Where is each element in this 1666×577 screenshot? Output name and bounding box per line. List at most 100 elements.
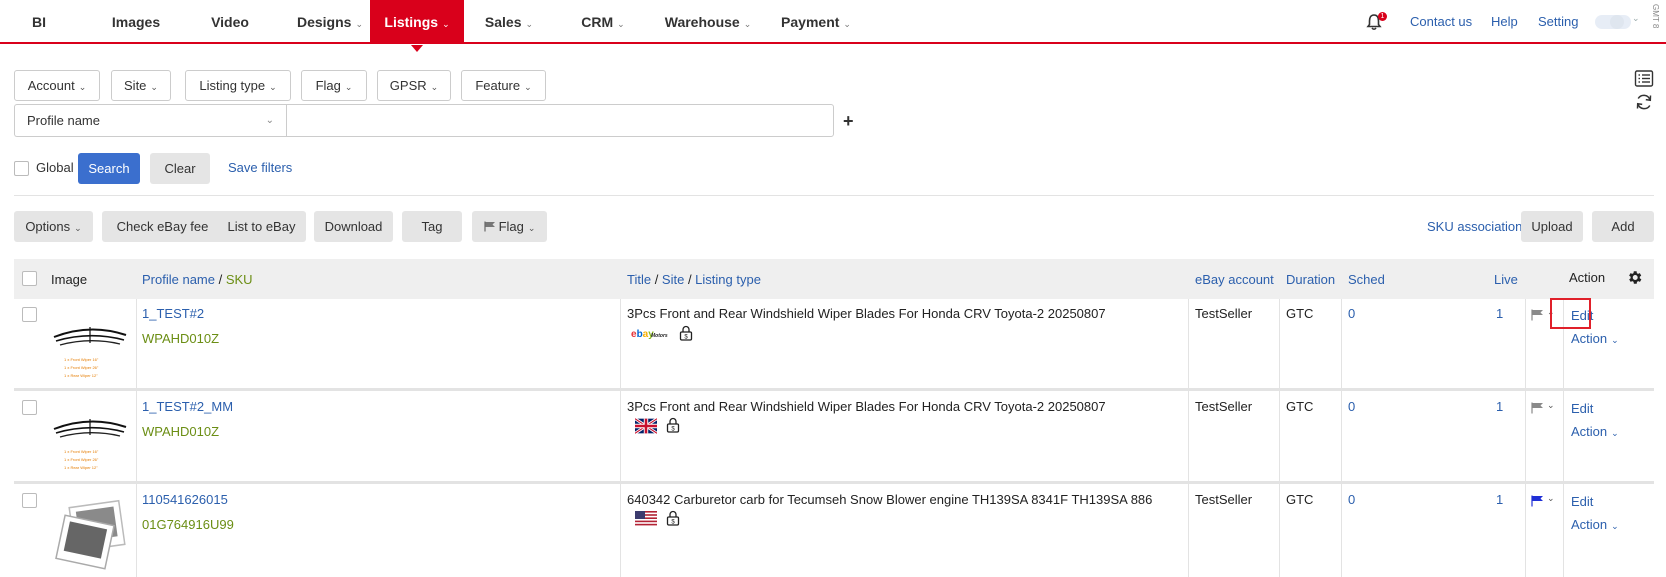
- product-thumbnail[interactable]: 1 x Front Wiper 16" 1 x Front Wiper 26" …: [50, 309, 130, 389]
- thumb-text: 1 x Front Wiper 26": [64, 365, 99, 370]
- action-dropdown[interactable]: Action ⌄: [1571, 424, 1619, 439]
- chevron-down-icon: ⌄: [442, 19, 450, 29]
- listing-title[interactable]: 640342 Carburetor carb for Tecumseh Snow…: [627, 492, 1152, 507]
- edit-link[interactable]: Edit: [1571, 494, 1593, 509]
- refresh-icon[interactable]: [1634, 92, 1654, 112]
- header-sched[interactable]: Sched: [1348, 272, 1385, 287]
- button-label: Flag: [498, 219, 524, 234]
- header-ebay-account[interactable]: eBay account: [1195, 272, 1274, 287]
- download-button[interactable]: Download: [314, 211, 393, 242]
- listing-type-filter[interactable]: Listing type ⌄: [185, 70, 291, 101]
- global-checkbox[interactable]: [14, 161, 29, 176]
- image-placeholder-icon[interactable]: [52, 496, 132, 576]
- header-sku[interactable]: SKU: [226, 272, 253, 287]
- live-count[interactable]: 1: [1496, 306, 1503, 321]
- edit-link[interactable]: Edit: [1571, 401, 1593, 416]
- nav-images[interactable]: Images: [92, 0, 180, 44]
- us-flag-icon: [635, 511, 657, 527]
- sku-value[interactable]: 01G764916U99: [142, 517, 234, 532]
- profile-name-link[interactable]: 1_TEST#2: [142, 306, 204, 321]
- row-checkbox[interactable]: [22, 307, 37, 322]
- sched-count[interactable]: 0: [1348, 306, 1355, 321]
- action-dropdown[interactable]: Action ⌄: [1571, 331, 1619, 346]
- filter-label: Flag: [315, 78, 341, 93]
- divider: [1341, 299, 1342, 577]
- svg-text:Motors: Motors: [651, 333, 668, 339]
- flag-icon[interactable]: [1531, 495, 1545, 507]
- divider: [620, 299, 621, 577]
- lock-icon: $: [679, 325, 693, 341]
- chevron-down-icon: ⌄: [1611, 521, 1619, 531]
- nav-label: CRM: [581, 14, 614, 30]
- nav-label: Payment: [781, 14, 840, 30]
- header-duration[interactable]: Duration: [1286, 272, 1335, 287]
- sku-association-link[interactable]: SKU association: [1427, 219, 1522, 234]
- nav-warehouse[interactable]: Warehouse ⌄: [660, 0, 756, 44]
- row-checkbox[interactable]: [22, 400, 37, 415]
- header-site[interactable]: Site: [662, 272, 684, 287]
- site-filter[interactable]: Site ⌄: [111, 70, 171, 101]
- nav-listings[interactable]: Listings ⌄: [370, 0, 464, 52]
- add-button[interactable]: Add: [1592, 211, 1654, 242]
- nav-bi[interactable]: BI: [0, 0, 78, 44]
- sku-value[interactable]: WPAHD010Z: [142, 424, 219, 439]
- button-label: Tag: [421, 219, 443, 234]
- chevron-down-icon: ⌄: [743, 19, 752, 29]
- nav-payment[interactable]: Payment ⌄: [776, 0, 856, 44]
- chevron-down-icon[interactable]: ⌄: [1632, 13, 1640, 24]
- listing-title[interactable]: 3Pcs Front and Rear Windshield Wiper Bla…: [627, 306, 1106, 321]
- help-link[interactable]: Help: [1491, 0, 1518, 44]
- check-ebay-fee-button[interactable]: Check eBay fee: [102, 211, 223, 242]
- header-live[interactable]: Live: [1494, 272, 1518, 287]
- contact-us-link[interactable]: Contact us: [1410, 0, 1472, 44]
- lock-icon: $: [666, 417, 680, 433]
- action-dropdown[interactable]: Action ⌄: [1571, 517, 1619, 532]
- header-listing-type[interactable]: Listing type: [695, 272, 761, 287]
- duration-value: GTC: [1286, 306, 1314, 321]
- gear-icon[interactable]: [1626, 269, 1643, 286]
- add-condition-icon[interactable]: +: [843, 112, 854, 130]
- chevron-down-icon[interactable]: ⌄: [1547, 400, 1555, 411]
- setting-link[interactable]: Setting: [1538, 0, 1578, 44]
- live-count[interactable]: 1: [1496, 399, 1503, 414]
- live-count[interactable]: 1: [1496, 492, 1503, 507]
- button-label: Options: [25, 219, 71, 234]
- tag-button[interactable]: Tag: [402, 211, 462, 242]
- gpsr-filter[interactable]: GPSR ⌄: [377, 70, 451, 101]
- account-filter[interactable]: Account ⌄: [14, 70, 100, 101]
- select-all-checkbox[interactable]: [22, 271, 37, 286]
- chevron-down-icon: ⌄: [78, 82, 87, 92]
- nav-crm[interactable]: CRM ⌄: [572, 0, 634, 44]
- header-profile-name[interactable]: Profile name: [142, 272, 215, 287]
- options-button[interactable]: Options ⌄: [14, 211, 93, 242]
- profile-name-link[interactable]: 1_TEST#2_MM: [142, 399, 233, 414]
- profile-name-link[interactable]: 110541626015: [142, 492, 228, 507]
- feature-filter[interactable]: Feature ⌄: [461, 70, 546, 101]
- chevron-down-icon[interactable]: ⌄: [1547, 493, 1555, 504]
- list-to-ebay-button[interactable]: List to eBay: [217, 211, 306, 242]
- flag-icon[interactable]: [1531, 309, 1545, 321]
- product-thumbnail[interactable]: 1 x Front Wiper 16" 1 x Front Wiper 26" …: [50, 401, 130, 481]
- list-view-icon[interactable]: [1634, 69, 1654, 89]
- profile-field-select[interactable]: Profile name ⌄: [14, 104, 286, 137]
- header-title[interactable]: Title: [627, 272, 651, 287]
- flag-icon[interactable]: [1531, 402, 1545, 414]
- nav-sales[interactable]: Sales ⌄: [474, 0, 544, 44]
- upload-button[interactable]: Upload: [1521, 211, 1583, 242]
- header-profile-sku: Profile name / SKU: [142, 272, 253, 287]
- flag-button[interactable]: Flag ⌄: [472, 211, 547, 242]
- nav-video[interactable]: Video: [190, 0, 270, 44]
- row-checkbox[interactable]: [22, 493, 37, 508]
- flag-filter[interactable]: Flag ⌄: [301, 70, 367, 101]
- search-button[interactable]: Search: [78, 153, 140, 184]
- nav-designs[interactable]: Designs ⌄: [280, 0, 380, 44]
- profile-search-input[interactable]: [286, 104, 834, 137]
- button-label: List to eBay: [227, 219, 296, 234]
- listing-title[interactable]: 3Pcs Front and Rear Windshield Wiper Bla…: [627, 399, 1106, 414]
- sku-value[interactable]: WPAHD010Z: [142, 331, 219, 346]
- chevron-down-icon: ⌄: [430, 82, 439, 92]
- sched-count[interactable]: 0: [1348, 492, 1355, 507]
- sched-count[interactable]: 0: [1348, 399, 1355, 414]
- clear-button[interactable]: Clear: [150, 153, 210, 184]
- save-filters-link[interactable]: Save filters: [228, 160, 292, 175]
